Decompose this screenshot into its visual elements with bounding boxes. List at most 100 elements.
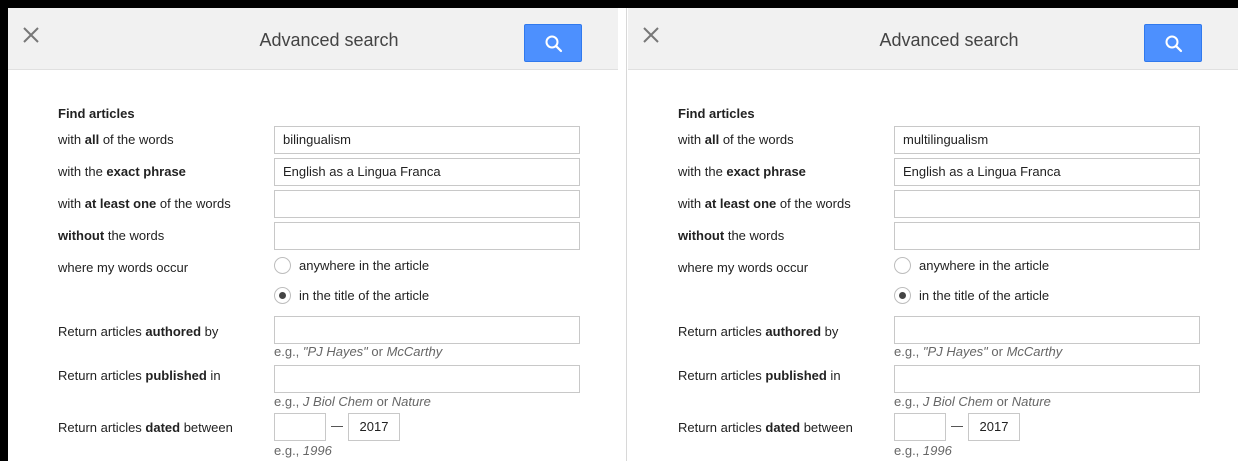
- without-words-label: without the words: [678, 228, 784, 243]
- dated-between-label: Return articles dated between: [678, 420, 853, 435]
- year-to-input[interactable]: 2017: [348, 413, 400, 441]
- radio-label: anywhere in the article: [299, 258, 430, 273]
- label-emphasis: all: [704, 132, 720, 147]
- hint-connector: or: [373, 394, 392, 409]
- hint-example: "PJ Hayes": [922, 344, 988, 359]
- exact-phrase-input[interactable]: English as a Lingua Franca: [274, 158, 580, 186]
- label-suffix: in: [826, 368, 841, 383]
- radio-anywhere[interactable]: anywhere in the article: [274, 257, 430, 275]
- hint-connector: or: [987, 344, 1007, 359]
- label-prefix: Return articles: [678, 420, 766, 435]
- hint-example: 1996: [302, 443, 332, 458]
- where-words-label: where my words occur: [58, 260, 189, 275]
- label-emphasis: published: [765, 368, 827, 383]
- hint-prefix: e.g.,: [274, 394, 303, 409]
- search-icon: [1165, 35, 1183, 53]
- published-in-label: Return articles published in: [58, 368, 221, 383]
- hint-prefix: e.g.,: [274, 344, 303, 359]
- exact-phrase-label: with the exact phrase: [678, 164, 806, 179]
- radio-button[interactable]: [274, 287, 291, 305]
- section-title: Find articles: [678, 106, 755, 121]
- section-title: Find articles: [58, 106, 135, 121]
- label-suffix: the words: [104, 228, 165, 243]
- label-emphasis: without: [58, 228, 105, 243]
- published-in-input[interactable]: [274, 365, 580, 393]
- all-words-input[interactable]: bilingualism: [274, 126, 580, 154]
- year-from-input[interactable]: [274, 413, 326, 441]
- radio-in-title[interactable]: in the title of the article: [894, 287, 1049, 305]
- published-in-label: Return articles published in: [678, 368, 841, 383]
- exact-phrase-input[interactable]: English as a Lingua Franca: [894, 158, 1200, 186]
- authored-by-hint: e.g., "PJ Hayes" or McCarthy: [274, 344, 442, 359]
- hint-prefix: e.g.,: [894, 394, 923, 409]
- label-emphasis: dated: [765, 420, 801, 435]
- dialog-title: Advanced search: [259, 30, 399, 50]
- radio-button[interactable]: [894, 287, 911, 305]
- at-least-one-label: with at least one of the words: [678, 196, 851, 211]
- label-prefix: Return articles: [58, 324, 146, 339]
- advanced-search-panel: Advanced search Find articles with all of …: [628, 8, 1238, 461]
- authored-by-label: Return articles authored by: [58, 324, 218, 339]
- search-button[interactable]: [1144, 24, 1202, 62]
- year-from-input[interactable]: [894, 413, 946, 441]
- hint-connector: or: [367, 344, 387, 359]
- label-suffix: in: [206, 368, 221, 383]
- label-prefix: Return articles: [678, 368, 766, 383]
- hint-example: "PJ Hayes": [302, 344, 368, 359]
- hint-example: McCarthy: [386, 344, 443, 359]
- label-suffix: of the words: [99, 132, 174, 147]
- hint-example: Nature: [391, 394, 431, 409]
- radio-button[interactable]: [274, 257, 291, 275]
- label-prefix: with: [678, 196, 705, 211]
- label-emphasis: authored: [145, 324, 202, 339]
- year-to-input[interactable]: 2017: [968, 413, 1020, 441]
- at-least-one-input[interactable]: [894, 190, 1200, 218]
- label-prefix: with the: [678, 164, 727, 179]
- close-icon: [23, 27, 39, 43]
- label-emphasis: without: [678, 228, 725, 243]
- without-words-label: without the words: [58, 228, 164, 243]
- dialog-title: Advanced search: [879, 30, 1019, 50]
- search-button[interactable]: [524, 24, 582, 62]
- hint-connector: or: [993, 394, 1012, 409]
- all-words-label: with all of the words: [58, 132, 174, 147]
- hint-prefix: e.g.,: [894, 443, 923, 458]
- published-in-hint: e.g., J Biol Chem or Nature: [894, 394, 1051, 409]
- hint-example: J Biol Chem: [302, 394, 373, 409]
- label-suffix: by: [201, 324, 219, 339]
- label-emphasis: published: [145, 368, 207, 383]
- radio-label: anywhere in the article: [919, 258, 1050, 273]
- label-suffix: of the words: [719, 132, 794, 147]
- radio-button[interactable]: [894, 257, 911, 275]
- dated-between-hint: e.g., 1996: [274, 443, 332, 458]
- at-least-one-input[interactable]: [274, 190, 580, 218]
- label-prefix: with: [58, 196, 85, 211]
- radio-label: in the title of the article: [299, 288, 430, 303]
- year-range-dash: [948, 413, 966, 441]
- published-in-input[interactable]: [894, 365, 1200, 393]
- label-emphasis: at least one: [704, 196, 777, 211]
- close-button[interactable]: [20, 24, 42, 46]
- without-words-input[interactable]: [274, 222, 580, 250]
- without-words-input[interactable]: [894, 222, 1200, 250]
- label-suffix: by: [821, 324, 839, 339]
- label-emphasis: authored: [765, 324, 822, 339]
- close-button[interactable]: [640, 24, 662, 46]
- label-suffix: between: [180, 420, 233, 435]
- hint-prefix: e.g.,: [894, 344, 923, 359]
- dated-between-hint: e.g., 1996: [894, 443, 952, 458]
- radio-anywhere[interactable]: anywhere in the article: [894, 257, 1050, 275]
- authored-by-hint: e.g., "PJ Hayes" or McCarthy: [894, 344, 1062, 359]
- label-suffix: of the words: [156, 196, 231, 211]
- label-prefix: Return articles: [678, 324, 766, 339]
- label-suffix: between: [800, 420, 853, 435]
- authored-by-input[interactable]: [274, 316, 580, 344]
- close-icon: [643, 27, 659, 43]
- all-words-label: with all of the words: [678, 132, 794, 147]
- hint-example: 1996: [922, 443, 952, 458]
- radio-in-title[interactable]: in the title of the article: [274, 287, 430, 305]
- advanced-search-panel: Advanced search Find articles with all of …: [8, 8, 618, 461]
- all-words-input[interactable]: multilingualism: [894, 126, 1200, 154]
- label-prefix: Return articles: [58, 368, 146, 383]
- authored-by-input[interactable]: [894, 316, 1200, 344]
